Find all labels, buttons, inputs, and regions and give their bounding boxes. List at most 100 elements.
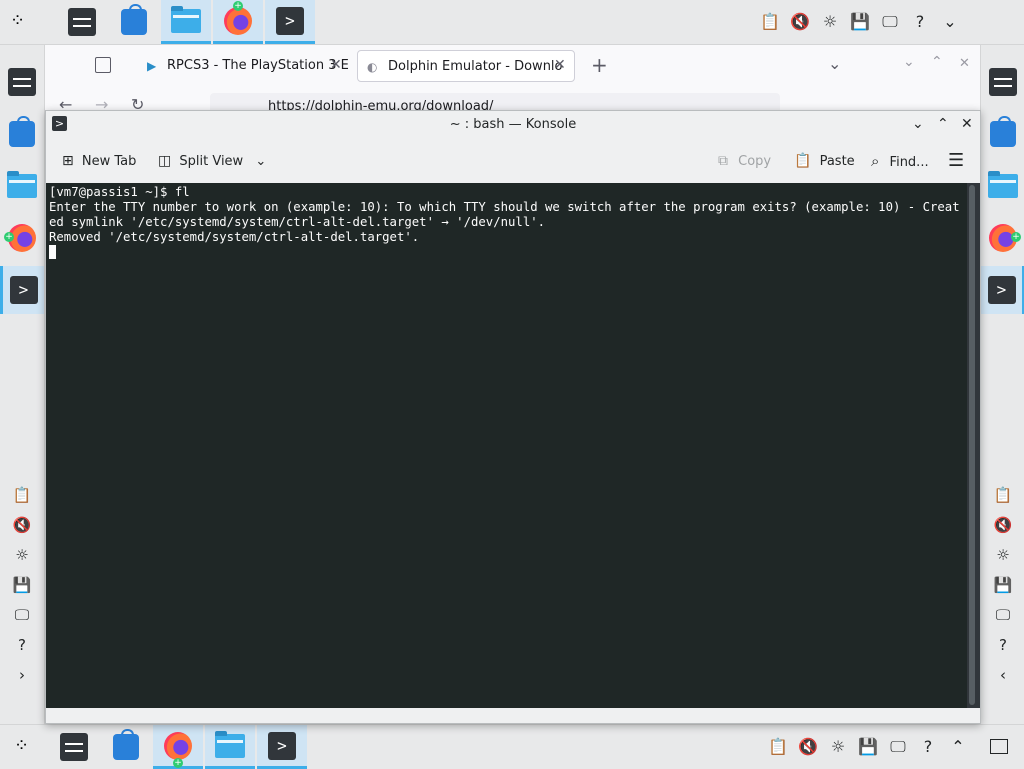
terminal-icon[interactable]: > <box>52 116 67 131</box>
launcher-firefox[interactable]: + <box>153 725 203 769</box>
brightness-icon[interactable]: ☼ <box>823 725 853 769</box>
playstation-icon: ▶ <box>147 59 157 73</box>
minimize-icon[interactable]: ⌄ <box>903 54 915 70</box>
paste-icon: 📋 <box>794 153 812 169</box>
browser-tab-label: Dolphin Emulator - Downlo <box>388 59 563 74</box>
top-tray: 📋 🔇 ☼ 💾 🖵 ? ⌄ <box>755 0 965 44</box>
top-panel: ⁘ + > 📋 🔇 ☼ 💾 🖵 ? ⌄ <box>0 0 1024 45</box>
paste-button[interactable]: 📋 Paste <box>794 149 855 173</box>
launcher-firefox[interactable]: + <box>213 0 263 44</box>
launcher-system-settings[interactable] <box>981 58 1024 106</box>
help-icon[interactable]: ? <box>905 0 935 44</box>
firefox-icon: + <box>224 0 252 35</box>
maximize-icon[interactable]: ⌃ <box>931 54 943 70</box>
right-panel: ⁘ + > 📋 🔇 ☼ 💾 🖵 ? ‹ <box>980 0 1024 768</box>
find-label: Find... <box>889 155 929 170</box>
reload-icon[interactable]: ↻ <box>131 95 144 111</box>
display-icon[interactable]: 🖵 <box>0 600 44 630</box>
display-icon[interactable]: 🖵 <box>981 600 1024 630</box>
launcher-konsole[interactable]: > <box>265 0 315 44</box>
brightness-icon[interactable]: ☼ <box>815 0 845 44</box>
close-tab-icon[interactable]: ✕ <box>330 57 342 73</box>
chevron-up-icon[interactable]: ⌃ <box>943 725 973 769</box>
minimize-icon[interactable]: ⌄ <box>912 111 924 138</box>
clipboard-icon[interactable]: 📋 <box>763 725 793 769</box>
launcher-dolphin[interactable] <box>161 0 211 44</box>
application-launcher-icon[interactable]: ⁘ <box>10 10 25 31</box>
launcher-system-settings[interactable] <box>57 0 107 44</box>
plus-icon: + <box>173 757 183 768</box>
launcher-dolphin[interactable] <box>981 162 1024 210</box>
volume-muted-icon[interactable]: 🔇 <box>793 725 823 769</box>
brightness-icon[interactable]: ☼ <box>981 540 1024 570</box>
clipboard-icon[interactable]: 📋 <box>755 0 785 44</box>
launcher-konsole[interactable]: > <box>0 266 44 314</box>
save-icon[interactable]: 💾 <box>0 570 44 600</box>
back-icon[interactable]: ← <box>59 95 72 111</box>
launcher-discover[interactable] <box>109 0 159 44</box>
terminal-line: [vm7@passis1 ~]$ fl <box>49 185 190 199</box>
chevron-down-icon[interactable]: ⌄ <box>828 54 841 73</box>
launcher-konsole[interactable]: > <box>257 725 307 769</box>
application-launcher-icon[interactable]: ⁘ <box>14 735 29 756</box>
launcher-firefox[interactable]: + <box>0 214 44 262</box>
launcher-system-settings[interactable] <box>0 58 44 106</box>
copy-label: Copy <box>738 154 772 169</box>
help-icon[interactable]: ? <box>981 630 1024 660</box>
volume-muted-icon[interactable]: 🔇 <box>981 510 1024 540</box>
window-title: ~ : bash — Konsole <box>449 117 577 132</box>
find-button[interactable]: ⌕ Find... <box>871 149 929 173</box>
maximize-icon[interactable]: ⌃ <box>937 111 949 138</box>
terminal-output[interactable]: [vm7@passis1 ~]$ fl Enter the TTY number… <box>46 183 980 708</box>
launcher-dolphin[interactable] <box>205 725 255 769</box>
hamburger-menu-icon[interactable]: ☰ <box>948 149 964 173</box>
terminal-line: Enter the TTY number to work on (example… <box>49 200 960 229</box>
volume-muted-icon[interactable]: 🔇 <box>785 0 815 44</box>
clipboard-icon[interactable]: 📋 <box>0 480 44 510</box>
launcher-discover[interactable] <box>0 110 44 158</box>
chevron-down-icon: ⌄ <box>255 154 267 169</box>
save-icon[interactable]: 💾 <box>853 725 883 769</box>
new-tab-icon[interactable]: + <box>591 53 608 77</box>
save-icon[interactable]: 💾 <box>981 570 1024 600</box>
help-icon[interactable]: ? <box>913 725 943 769</box>
chevron-right-icon[interactable]: › <box>0 660 44 690</box>
launcher-firefox[interactable]: + <box>981 214 1024 262</box>
display-icon[interactable]: 🖵 <box>875 0 905 44</box>
browser-tab-dolphin[interactable]: ◐ Dolphin Emulator - Downlo <box>357 50 575 82</box>
bottom-tray: 📋 🔇 ☼ 💾 🖵 ? ⌃ <box>763 725 973 769</box>
brightness-icon[interactable]: ☼ <box>0 540 44 570</box>
launcher-dolphin[interactable] <box>0 162 44 210</box>
terminal-icon: > <box>276 6 304 35</box>
new-tab-button[interactable]: ⊞ New Tab <box>62 149 136 173</box>
url-bar[interactable]: https://dolphin-emu.org/download/ <box>210 93 780 111</box>
volume-muted-icon[interactable]: 🔇 <box>0 510 44 540</box>
store-icon <box>9 116 35 147</box>
close-tab-icon[interactable]: ✕ <box>554 57 566 73</box>
close-icon[interactable]: ✕ <box>961 111 973 138</box>
show-desktop-icon[interactable] <box>990 739 1008 754</box>
window-titlebar[interactable]: > ~ : bash — Konsole ⌄ ⌃ ✕ <box>46 111 980 138</box>
folder-icon <box>215 730 245 758</box>
forward-icon[interactable]: → <box>95 95 108 111</box>
terminal-icon: > <box>268 731 296 760</box>
launcher-system-settings[interactable] <box>49 725 99 769</box>
split-view-button[interactable]: ◫ Split View ⌄ <box>158 149 266 173</box>
chevron-down-icon[interactable]: ⌄ <box>935 0 965 44</box>
bottom-panel: ⁘ + > 📋 🔇 ☼ 💾 🖵 ? ⌃ <box>0 724 1024 769</box>
clipboard-icon[interactable]: 📋 <box>981 480 1024 510</box>
scrollbar-thumb[interactable] <box>969 185 975 705</box>
close-window-icon[interactable]: ✕ <box>959 56 970 71</box>
split-view-icon: ◫ <box>158 153 172 169</box>
browser-tab-rpcs3[interactable]: ▶ RPCS3 - The PlayStation 3 E <box>137 50 357 82</box>
launcher-konsole[interactable]: > <box>981 266 1024 314</box>
chevron-left-icon[interactable]: ‹ <box>981 660 1024 690</box>
display-icon[interactable]: 🖵 <box>883 725 913 769</box>
launcher-discover[interactable] <box>981 110 1024 158</box>
help-icon[interactable]: ? <box>0 630 44 660</box>
tab-overview-icon[interactable] <box>95 57 111 73</box>
save-icon[interactable]: 💾 <box>845 0 875 44</box>
store-icon <box>121 4 147 35</box>
copy-button[interactable]: ⧉ Copy <box>718 149 771 173</box>
launcher-discover[interactable] <box>101 725 151 769</box>
